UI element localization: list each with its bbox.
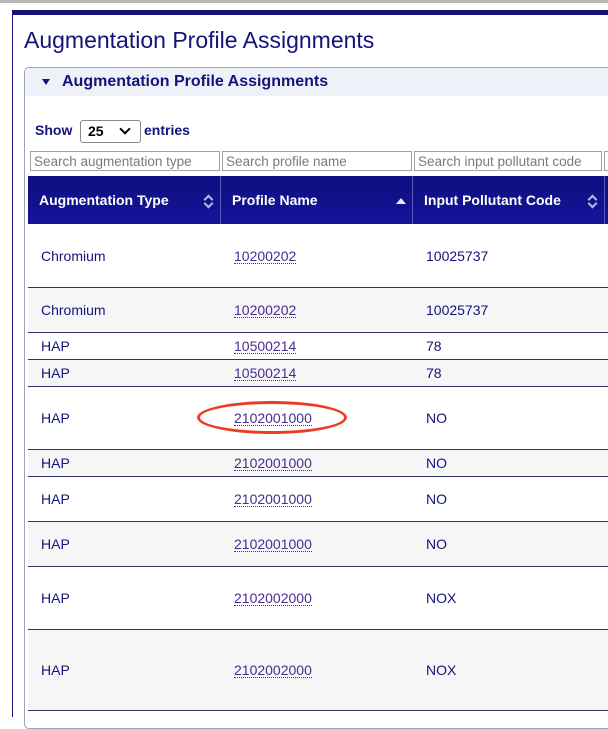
augmentation-type-cell: Chromium xyxy=(41,225,106,287)
augmentation-type-text: Chromium xyxy=(41,302,106,318)
entries-label: entries xyxy=(144,122,190,138)
augmentation-type-cell: Chromium xyxy=(41,288,106,332)
input-pollutant-text: NO xyxy=(426,536,447,552)
augmentation-type-text: HAP xyxy=(41,455,70,471)
augmentation-type-text: HAP xyxy=(41,590,70,606)
augmentation-type-text: Chromium xyxy=(41,248,106,264)
augmentation-type-text: HAP xyxy=(41,365,70,381)
page-frame-line xyxy=(12,15,13,717)
table-row: HAP 10500214 78 xyxy=(28,333,608,360)
sort-icon xyxy=(588,195,598,207)
profile-name-link[interactable]: 2102002000 xyxy=(234,591,312,606)
augmentation-type-text: HAP xyxy=(41,536,70,552)
profile-name-cell: 10200202 xyxy=(234,225,297,287)
input-pollutant-cell: NO xyxy=(426,522,447,566)
collapse-caret-icon[interactable] xyxy=(42,79,50,85)
profile-name-link[interactable]: 2102001000 xyxy=(234,411,312,426)
input-pollutant-cell: 10025737 xyxy=(426,225,488,287)
input-pollutant-cell: NO xyxy=(426,450,447,476)
input-pollutant-search-input[interactable] xyxy=(414,151,602,171)
profile-name-link[interactable]: 2102001000 xyxy=(234,456,312,471)
input-pollutant-text: NOX xyxy=(426,662,457,678)
sort-icon xyxy=(204,195,214,207)
profile-name-link[interactable]: 2102001000 xyxy=(234,492,312,507)
page-title: Augmentation Profile Assignments xyxy=(24,27,375,53)
profile-name-cell: 10500214 xyxy=(234,333,297,359)
profile-name-cell: 10500214 xyxy=(234,360,297,386)
show-label: Show xyxy=(35,122,73,138)
profile-name-cell: 2102002000 xyxy=(234,630,312,710)
augmentation-type-cell: HAP xyxy=(41,333,70,359)
input-pollutant-text: NO xyxy=(426,455,447,471)
table-header: Augmentation Type Profile Name Input Pol… xyxy=(28,176,608,224)
table-row: HAP 2102001000 NO xyxy=(28,450,608,477)
augmentation-type-cell: HAP xyxy=(41,360,70,386)
column-header-profile-name[interactable]: Profile Name xyxy=(221,176,413,224)
profile-name-cell: 2102001000 xyxy=(234,450,312,476)
column-label: Augmentation Type xyxy=(39,192,169,208)
page-top-bar xyxy=(12,10,608,15)
table-row: Chromium 10200202 10025737 xyxy=(28,225,608,288)
augmentation-type-cell: HAP xyxy=(41,630,70,710)
input-pollutant-text: 78 xyxy=(426,338,442,354)
profile-name-link[interactable]: 10500214 xyxy=(234,366,297,381)
panel-header[interactable]: Augmentation Profile Assignments xyxy=(25,68,608,96)
profile-name-cell: 10200202 xyxy=(234,288,297,332)
column-label: Profile Name xyxy=(232,192,318,208)
augmentation-type-cell: HAP xyxy=(41,477,70,521)
augmentation-type-text: HAP xyxy=(41,491,70,507)
augmentation-type-cell: HAP xyxy=(41,450,70,476)
profile-name-cell: 2102001000 xyxy=(234,477,312,521)
column-header-input-pollutant-code[interactable]: Input Pollutant Code xyxy=(413,176,605,224)
input-pollutant-cell: 78 xyxy=(426,360,442,386)
next-column-search-input[interactable] xyxy=(604,151,608,171)
entries-select[interactable]: 25 xyxy=(80,120,141,143)
input-pollutant-text: 10025737 xyxy=(426,248,489,264)
input-pollutant-cell: NOX xyxy=(426,567,456,629)
input-pollutant-cell: NO xyxy=(426,477,447,521)
augmentation-type-text: HAP xyxy=(41,662,70,678)
augmentation-type-cell: HAP xyxy=(41,387,70,449)
input-pollutant-text: NOX xyxy=(426,590,457,606)
table-row: HAP 10500214 78 xyxy=(28,360,608,387)
input-pollutant-cell: NOX xyxy=(426,630,456,710)
profile-name-link[interactable]: 10200202 xyxy=(234,249,297,264)
input-pollutant-text: 78 xyxy=(426,365,442,381)
table-row: HAP 2102001000 NO xyxy=(28,387,608,450)
table-row: HAP 2102002000 NOX xyxy=(28,630,608,711)
input-pollutant-cell: 78 xyxy=(426,333,442,359)
input-pollutant-cell: NO xyxy=(426,387,447,449)
augmentation-type-cell: HAP xyxy=(41,567,70,629)
column-header-augmentation-type[interactable]: Augmentation Type xyxy=(28,176,221,224)
augmentation-type-search-input[interactable] xyxy=(30,151,220,171)
input-pollutant-text: NO xyxy=(426,410,447,426)
augmentation-type-cell: HAP xyxy=(41,522,70,566)
profile-name-search-input[interactable] xyxy=(222,151,412,171)
augmentation-type-text: HAP xyxy=(41,410,70,426)
chevron-down-icon xyxy=(119,123,131,135)
entries-select-value: 25 xyxy=(88,123,104,139)
profile-name-cell: 2102001000 xyxy=(234,522,312,566)
profile-name-link[interactable]: 10500214 xyxy=(234,339,297,354)
input-pollutant-text: 10025737 xyxy=(426,302,489,318)
sort-ascending-icon xyxy=(396,195,406,207)
panel-title: Augmentation Profile Assignments xyxy=(62,73,329,90)
table-row: Chromium 10200202 10025737 xyxy=(28,288,608,333)
augmentation-type-text: HAP xyxy=(41,338,70,354)
table-row: HAP 2102001000 NO xyxy=(28,477,608,522)
input-pollutant-cell: 10025737 xyxy=(426,288,488,332)
profile-name-cell: 2102001000 xyxy=(234,387,312,449)
profile-name-link[interactable]: 10200202 xyxy=(234,303,297,318)
profile-name-cell: 2102002000 xyxy=(234,567,312,629)
window-top-edge xyxy=(0,0,608,3)
column-label: Input Pollutant Code xyxy=(424,192,561,208)
table-row: HAP 2102002000 NOX xyxy=(28,567,608,630)
input-pollutant-text: NO xyxy=(426,491,447,507)
table-row: HAP 2102001000 NO xyxy=(28,522,608,567)
profile-name-link[interactable]: 2102001000 xyxy=(234,537,312,552)
assignments-panel: Augmentation Profile Assignments Show 25… xyxy=(24,67,608,729)
profile-name-link[interactable]: 2102002000 xyxy=(234,663,312,678)
